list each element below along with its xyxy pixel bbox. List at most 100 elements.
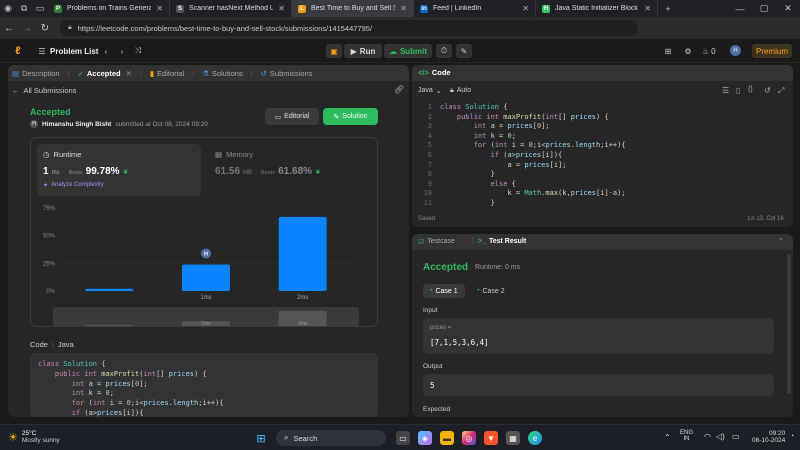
tab-solutions[interactable]: ⚗ Solutions	[202, 69, 243, 78]
next-problem-icon[interactable]: ›	[116, 44, 128, 58]
premium-button[interactable]: Premium	[752, 44, 792, 58]
user-name[interactable]: Himanshu Singh Bisht	[42, 121, 111, 128]
code-text: class Solution {	[440, 103, 508, 111]
tab-title: Best Time to Buy and Sell Stock	[311, 5, 395, 12]
notes-icon[interactable]: ✎	[456, 44, 472, 58]
store-icon[interactable]: ▦	[506, 431, 520, 445]
streak-count: 0	[711, 46, 716, 56]
maximize-icon[interactable]: ▢	[752, 0, 776, 17]
solution-button[interactable]: ✎ Solution	[323, 108, 378, 125]
y-tick-label: 25%	[43, 261, 56, 267]
editorial-button[interactable]: ▭ Editorial	[265, 108, 319, 125]
share-link-icon[interactable]: 🔗︎	[394, 85, 404, 94]
language-select[interactable]: Java ⌄	[418, 87, 442, 95]
forward-icon[interactable]: →	[18, 17, 36, 39]
task-view-icon[interactable]: ▭	[396, 431, 410, 445]
profile-icon[interactable]: ◉	[0, 0, 16, 17]
file-explorer-icon[interactable]: ▬	[440, 431, 454, 445]
instagram-icon[interactable]: ◎	[462, 431, 476, 445]
user-marker-label: H	[204, 251, 208, 257]
problem-list-icon[interactable]: ☰	[36, 44, 48, 58]
chart-bar	[85, 288, 134, 291]
new-tab-icon[interactable]: +	[660, 0, 676, 17]
editorial-icon: ▮	[149, 68, 155, 78]
code-line: if (a>prices[i]){	[71, 409, 144, 417]
wifi-icon[interactable]: ◠	[704, 432, 711, 441]
submitter-info: H Himanshu Singh Bisht submitted at Oct …	[30, 120, 208, 128]
streak-counter[interactable]: ♨ 0	[702, 44, 716, 58]
browser-tab[interactable]: H Java Static Initializer Block | Hack ✕	[536, 0, 658, 17]
close-tab-icon[interactable]: ✕	[644, 4, 651, 13]
browser-tab[interactable]: P Problems on Trains General Ques ✕	[48, 0, 170, 17]
windows-start-icon[interactable]: ⊞	[254, 431, 268, 445]
browser-tab[interactable]: in Feed | LinkedIn ✕	[414, 0, 536, 17]
memory-label[interactable]: ▦ Memory	[215, 150, 253, 159]
copilot-taskbar-icon[interactable]: ◈	[418, 431, 432, 445]
close-tab-icon[interactable]: ✕	[278, 4, 285, 13]
minimize-icon[interactable]: —	[728, 0, 752, 17]
reset-icon[interactable]: ↺	[764, 86, 771, 95]
collapse-icon[interactable]: ⌃	[778, 237, 784, 245]
url-field[interactable]: 🔒︎ https://leetcode.com/problems/best-ti…	[60, 20, 638, 36]
tab-actions-icon[interactable]: ▭	[32, 0, 48, 17]
tab-strip: P Problems on Trains General Ques ✕ S Scanne…	[48, 0, 658, 17]
expand-icon[interactable]: ⤢	[778, 86, 784, 96]
braces-icon[interactable]: {}	[748, 86, 753, 93]
brave-icon[interactable]: ▼	[484, 431, 498, 445]
tab-testcase[interactable]: ☑ Testcase	[418, 238, 455, 246]
analyze-complexity-link[interactable]: ✦ Analyze Complexity	[43, 182, 104, 189]
timer-icon[interactable]: ⏱	[436, 44, 452, 58]
close-tab-icon[interactable]: ✕	[156, 4, 163, 13]
bookmark-icon[interactable]: ▯	[736, 86, 740, 95]
code-editor[interactable]: 1 class Solution {2 public int maxProfit(…	[412, 102, 793, 208]
format-icon[interactable]: ☰	[722, 86, 729, 95]
browser-tab[interactable]: S Scanner hasNext Method Usage ✕	[170, 0, 292, 17]
y-tick-label: 75%	[43, 206, 56, 212]
auto-toggle[interactable]: 🔒︎ Auto	[450, 87, 471, 95]
tab-description[interactable]: ▤ Description	[12, 69, 60, 78]
submission-panel: ▤ Description | ✓ Accepted ✕ | ▮ Editorial |…	[8, 65, 409, 417]
settings-gear-icon[interactable]: ⚙	[682, 44, 694, 58]
code-text: a = prices[i];	[507, 160, 567, 169]
clock[interactable]: 09:20 08-10-2024	[752, 430, 785, 444]
weather-widget[interactable]: ☀ 25°C Mostly sunny	[8, 430, 60, 444]
back-icon[interactable]: ←	[0, 17, 18, 39]
chevron-up-icon[interactable]: ⌃	[664, 433, 671, 442]
tab-editorial[interactable]: ▮ Editorial	[150, 69, 184, 78]
case-1-tab[interactable]: • Case 1	[423, 284, 465, 298]
edge-icon[interactable]: e	[528, 431, 542, 445]
refresh-icon[interactable]: ↻	[36, 17, 54, 39]
browser-tab[interactable]: L Best Time to Buy and Sell Stock ✕	[292, 0, 414, 17]
tab-title: Scanner hasNext Method Usage	[189, 5, 273, 12]
scrollbar[interactable]	[787, 254, 791, 394]
battery-icon[interactable]: ▭	[732, 432, 740, 441]
run-button[interactable]: ▶ Run	[344, 44, 382, 58]
tab-test-result[interactable]: >_ Test Result	[478, 238, 526, 245]
case-2-tab[interactable]: • Case 2	[470, 284, 512, 298]
leetcode-logo-icon[interactable]: ℓ	[12, 44, 24, 58]
user-avatar: H	[30, 120, 38, 128]
runtime-distribution-chart[interactable]: 75% 50% 25% 0% 1ms H 2ms 1ms 2ms	[31, 200, 377, 326]
close-tab-icon[interactable]: ✕	[400, 4, 407, 13]
debug-button[interactable]: ▣	[326, 44, 342, 58]
problem-list-button[interactable]: Problem List	[50, 44, 98, 58]
close-window-icon[interactable]: ✕	[776, 0, 800, 17]
taskbar-search[interactable]: ⌕ Search	[276, 430, 386, 446]
close-tab-icon[interactable]: ✕	[522, 4, 529, 13]
all-submissions-link[interactable]: ← All Submissions	[12, 86, 76, 95]
close-tab-icon[interactable]: ✕	[126, 69, 132, 78]
avatar[interactable]: H	[730, 45, 741, 56]
volume-icon[interactable]: ◁)	[716, 432, 725, 441]
workspaces-icon[interactable]: ⧉	[16, 0, 32, 17]
notifications-icon[interactable]: ◔	[790, 433, 794, 440]
submitted-code-block[interactable]: class Solution { public int maxProfit(in…	[30, 353, 378, 417]
play-icon: ▶	[350, 46, 357, 56]
tab-accepted[interactable]: ✓ Accepted ✕	[78, 69, 132, 78]
language-indicator[interactable]: ENG IN	[680, 430, 693, 442]
prev-problem-icon[interactable]: ‹	[100, 44, 112, 58]
shuffle-icon[interactable]: ⤨	[132, 44, 144, 58]
memory-stats: 61.56 MB Beats 61.68% ❦	[215, 166, 321, 177]
layout-icon[interactable]: ⊞	[662, 44, 674, 58]
submit-button[interactable]: ☁ Submit	[384, 44, 432, 58]
tab-submissions[interactable]: ↺ Submissions	[261, 69, 313, 78]
